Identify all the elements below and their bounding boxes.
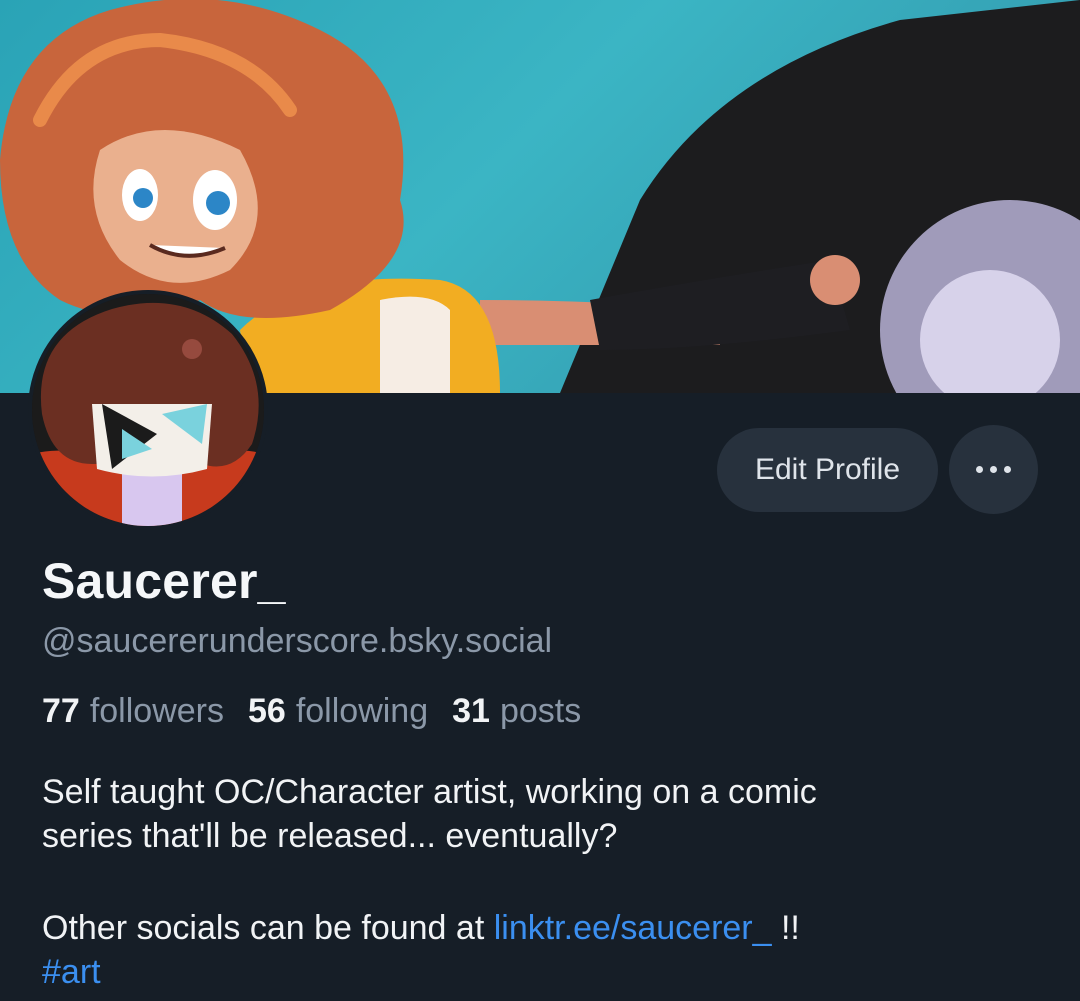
bio-line: Self taught OC/Character artist, working… xyxy=(42,773,817,811)
display-name: Saucerer_ xyxy=(42,553,286,609)
bio-line: Other socials can be found at linktr.ee/… xyxy=(42,906,1042,950)
followers-stat[interactable]: 77 followers xyxy=(42,692,224,731)
edit-profile-button[interactable]: Edit Profile xyxy=(717,428,938,512)
more-options-button[interactable] xyxy=(949,425,1038,514)
posts-stat: 31 posts xyxy=(452,692,581,731)
profile-avatar[interactable] xyxy=(28,290,268,530)
ellipsis-icon xyxy=(990,466,997,473)
posts-count: 31 xyxy=(452,692,490,730)
profile-handle: @saucererunderscore.bsky.social xyxy=(42,622,553,660)
followers-count: 77 xyxy=(42,692,80,730)
ellipsis-icon xyxy=(976,466,983,473)
followers-label: followers xyxy=(89,692,224,730)
linktree-link[interactable]: linktr.ee/saucerer_ xyxy=(494,909,772,947)
ellipsis-icon xyxy=(1004,466,1011,473)
following-label: following xyxy=(295,692,429,730)
hashtag-art-link[interactable]: #art xyxy=(42,953,101,991)
avatar-image xyxy=(32,294,264,526)
profile-bio: Self taught OC/Character artist, working… xyxy=(42,770,1042,994)
following-count: 56 xyxy=(248,692,286,730)
bio-text: Other socials can be found at xyxy=(42,909,485,947)
posts-label: posts xyxy=(499,692,582,730)
bio-text: !! xyxy=(780,909,800,947)
bio-line: series that'll be released... eventually… xyxy=(42,817,618,855)
profile-stats: 77 followers 56 following 31 posts xyxy=(42,692,581,731)
following-stat[interactable]: 56 following xyxy=(248,692,428,731)
